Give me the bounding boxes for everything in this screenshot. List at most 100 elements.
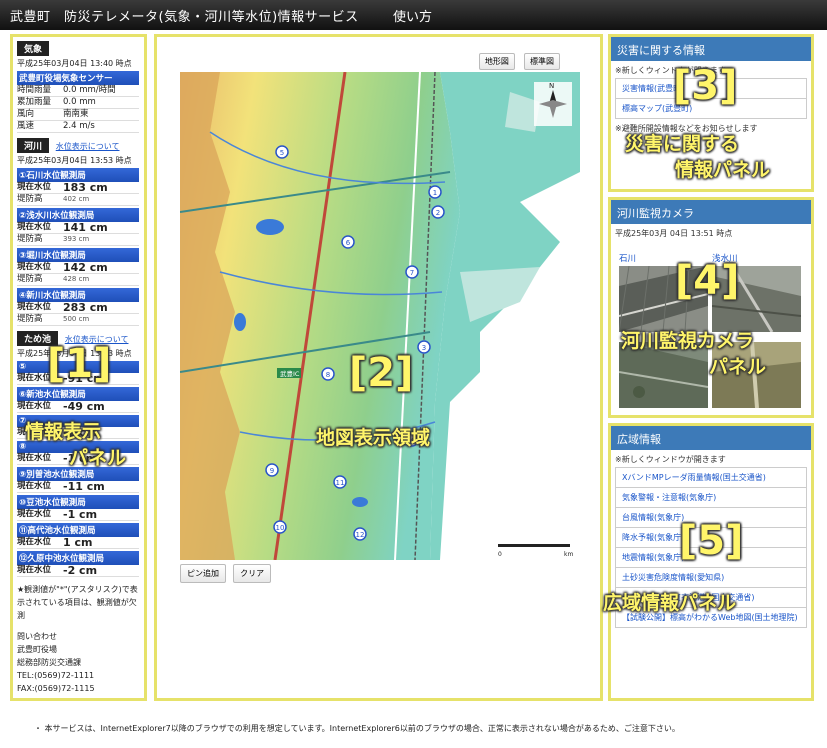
station-marker-number: 6	[346, 239, 351, 247]
pond-level-label: 現在水位	[17, 537, 52, 547]
overlay-panel1-number: [1]	[47, 341, 112, 387]
weather-row-value: 2.4 m/s	[63, 121, 95, 131]
overlay-panel2-line1: 地図表示領域	[316, 427, 431, 449]
pond-level-value: 1 cm	[63, 536, 93, 549]
map-canvas[interactable]: N 武豊IC 1 2 3 4 5 6 7 8 9 10 11 12 0 km	[180, 72, 580, 560]
station-marker-number: 8	[326, 371, 330, 379]
map-svg: N 武豊IC 123456789101112 0 km	[180, 72, 580, 560]
ic-label: 武豊IC	[280, 369, 300, 378]
pond-station-name[interactable]: ⑫久原中池水位観測局	[17, 551, 139, 565]
station-marker-number: 9	[270, 467, 274, 475]
river-station-name[interactable]: ④新川水位観測局	[17, 288, 139, 302]
pond-level-label: 現在水位	[17, 509, 52, 519]
overlay-panel3-line2: 情報パネル	[675, 159, 771, 181]
station-marker[interactable]: 6	[341, 235, 355, 249]
station-marker[interactable]: 2	[431, 205, 445, 219]
river-level-row: 現在水位 141 cm	[17, 222, 139, 234]
pond-level-row: 現在水位 -2 cm	[17, 565, 139, 577]
station-marker[interactable]: 10	[273, 520, 287, 534]
wide-panel-title: 広域情報	[611, 426, 811, 450]
station-marker[interactable]: 9	[265, 463, 279, 477]
contact-title: 問い合わせ	[17, 632, 57, 641]
river-bank-value: 402 cm	[63, 195, 90, 203]
river-level-value: 283 cm	[63, 301, 108, 314]
camera-timestamp: 平成25年03月 04日 13:51 時点	[615, 229, 733, 238]
river-station-name[interactable]: ②浅水川水位観測局	[17, 208, 139, 222]
station-marker-number: 10	[276, 524, 285, 532]
river-level-label: 現在水位	[17, 302, 52, 312]
river-bank-label: 堤防高	[17, 194, 43, 204]
station-marker-number: 5	[280, 149, 284, 157]
contact-fax: FAX:(0569)72-1115	[17, 684, 95, 693]
river-bank-value: 500 cm	[63, 315, 90, 323]
pond-shape	[352, 497, 368, 507]
weather-row-label: 風向	[17, 109, 35, 119]
compass-rose: N	[534, 82, 572, 126]
overlay-panel4-number: [4]	[675, 258, 740, 304]
river-bank-label: 堤防高	[17, 314, 43, 324]
howto-link[interactable]: 使い方	[393, 6, 432, 25]
station-marker-number: 2	[436, 209, 440, 217]
river-bank-row: 堤防高 402 cm	[17, 194, 139, 206]
station-marker[interactable]: 12	[353, 527, 367, 541]
river-bank-row: 堤防高 500 cm	[17, 314, 139, 326]
overlay-panel4-line2: パネル	[709, 356, 767, 378]
weather-row: 累加雨量 0.0 mm	[17, 97, 139, 109]
camera-panel: 河川監視カメラ 平成25年03月 04日 13:51 時点 石川 浅水川 [4]…	[608, 197, 814, 418]
station-marker[interactable]: 3	[417, 340, 431, 354]
overlay-panel5-number: [5]	[679, 518, 744, 564]
pond-station-name[interactable]: ⑩豆池水位観測局	[17, 495, 139, 509]
pond-shape	[234, 313, 246, 331]
station-marker[interactable]: 1	[428, 185, 442, 199]
pond-level-label: 現在水位	[17, 453, 52, 463]
river-level-label: 現在水位	[17, 262, 52, 272]
pond-level-value: -1 cm	[63, 508, 98, 521]
station-marker[interactable]: 5	[275, 145, 289, 159]
camera-label-ishikawa[interactable]: 石川	[619, 252, 636, 264]
terrain-map-button[interactable]: 地形図	[478, 53, 515, 70]
wide-link[interactable]: XバンドMPレーダ雨量情報(国土交通省)	[615, 467, 807, 488]
weather-row: 風向 南南東	[17, 109, 139, 121]
station-marker-number: 7	[410, 269, 414, 277]
river-bank-row: 堤防高 428 cm	[17, 274, 139, 286]
info-panel: 気象 平成25年03月04日 13:40 時点 武豊町役場気象センサー 時間雨量…	[10, 34, 147, 701]
station-marker-number: 11	[336, 479, 345, 487]
pond-level-label: 現在水位	[17, 565, 52, 575]
weather-row-value: 南南東	[63, 109, 89, 119]
standard-map-button[interactable]: 標準図	[524, 53, 560, 70]
wide-link[interactable]: 土砂災害危険度情報(愛知県)	[615, 568, 807, 588]
app-root: 武豊町 防災テレメータ(気象・河川等水位)情報サービス 使い方 気象 平成25年…	[0, 0, 827, 748]
river-bank-value: 393 cm	[63, 235, 90, 243]
pond-shape	[256, 219, 284, 235]
station-marker[interactable]: 8	[321, 367, 335, 381]
scale-unit: km	[564, 551, 573, 558]
station-marker-number: 1	[433, 189, 437, 197]
river-bank-value: 428 cm	[63, 275, 90, 283]
ic-marker: 武豊IC	[277, 368, 301, 378]
contact-dept: 総務部防災交通課	[17, 658, 81, 667]
weather-row: 時間雨量 0.0 mm/時間	[17, 85, 139, 97]
overlay-panel1-line1: 情報表示	[25, 421, 102, 443]
weather-station-name: 武豊町役場気象センサー	[17, 71, 139, 85]
station-marker[interactable]: 7	[405, 265, 419, 279]
pond-station-name[interactable]: ⑥新池水位観測局	[17, 387, 139, 401]
station-marker[interactable]: 11	[333, 475, 347, 489]
add-pin-button[interactable]: ピン追加	[180, 564, 226, 583]
scale-zero: 0	[498, 551, 502, 558]
pond-level-label: 現在水位	[17, 481, 52, 491]
river-station-name[interactable]: ①石川水位観測局	[17, 168, 139, 182]
river-tab: 河川	[17, 138, 50, 153]
map-panel: 地形図 標準図 N 武豊IC 1 2 3 4 5 6 7 8 9 10 11 1…	[154, 34, 603, 701]
app-title: 武豊町 防災テレメータ(気象・河川等水位)情報サービス	[10, 10, 359, 25]
clear-button[interactable]: クリア	[233, 564, 272, 583]
pond-level-label: 現在水位	[17, 401, 52, 411]
pond-station-name[interactable]: ⑪高代池水位観測局	[17, 523, 139, 537]
river-level-help-link[interactable]: 水位表示について	[56, 142, 120, 151]
river-timestamp: 平成25年03月04日 13:53 時点	[17, 156, 132, 165]
river-level-value: 141 cm	[63, 221, 108, 234]
weather-row-label: 風速	[17, 121, 35, 131]
contact-block: 問い合わせ 武豊町役場 総務部防災交通課 TEL:(0569)72-1111 F…	[17, 630, 139, 695]
wide-link[interactable]: 気象警報・注意報(気象庁)	[615, 488, 807, 508]
river-station-name[interactable]: ③堀川水位観測局	[17, 248, 139, 262]
weather-rows: 時間雨量 0.0 mm/時間 累加雨量 0.0 mm 風向 南南東風速 2.4 m/s	[17, 85, 139, 133]
